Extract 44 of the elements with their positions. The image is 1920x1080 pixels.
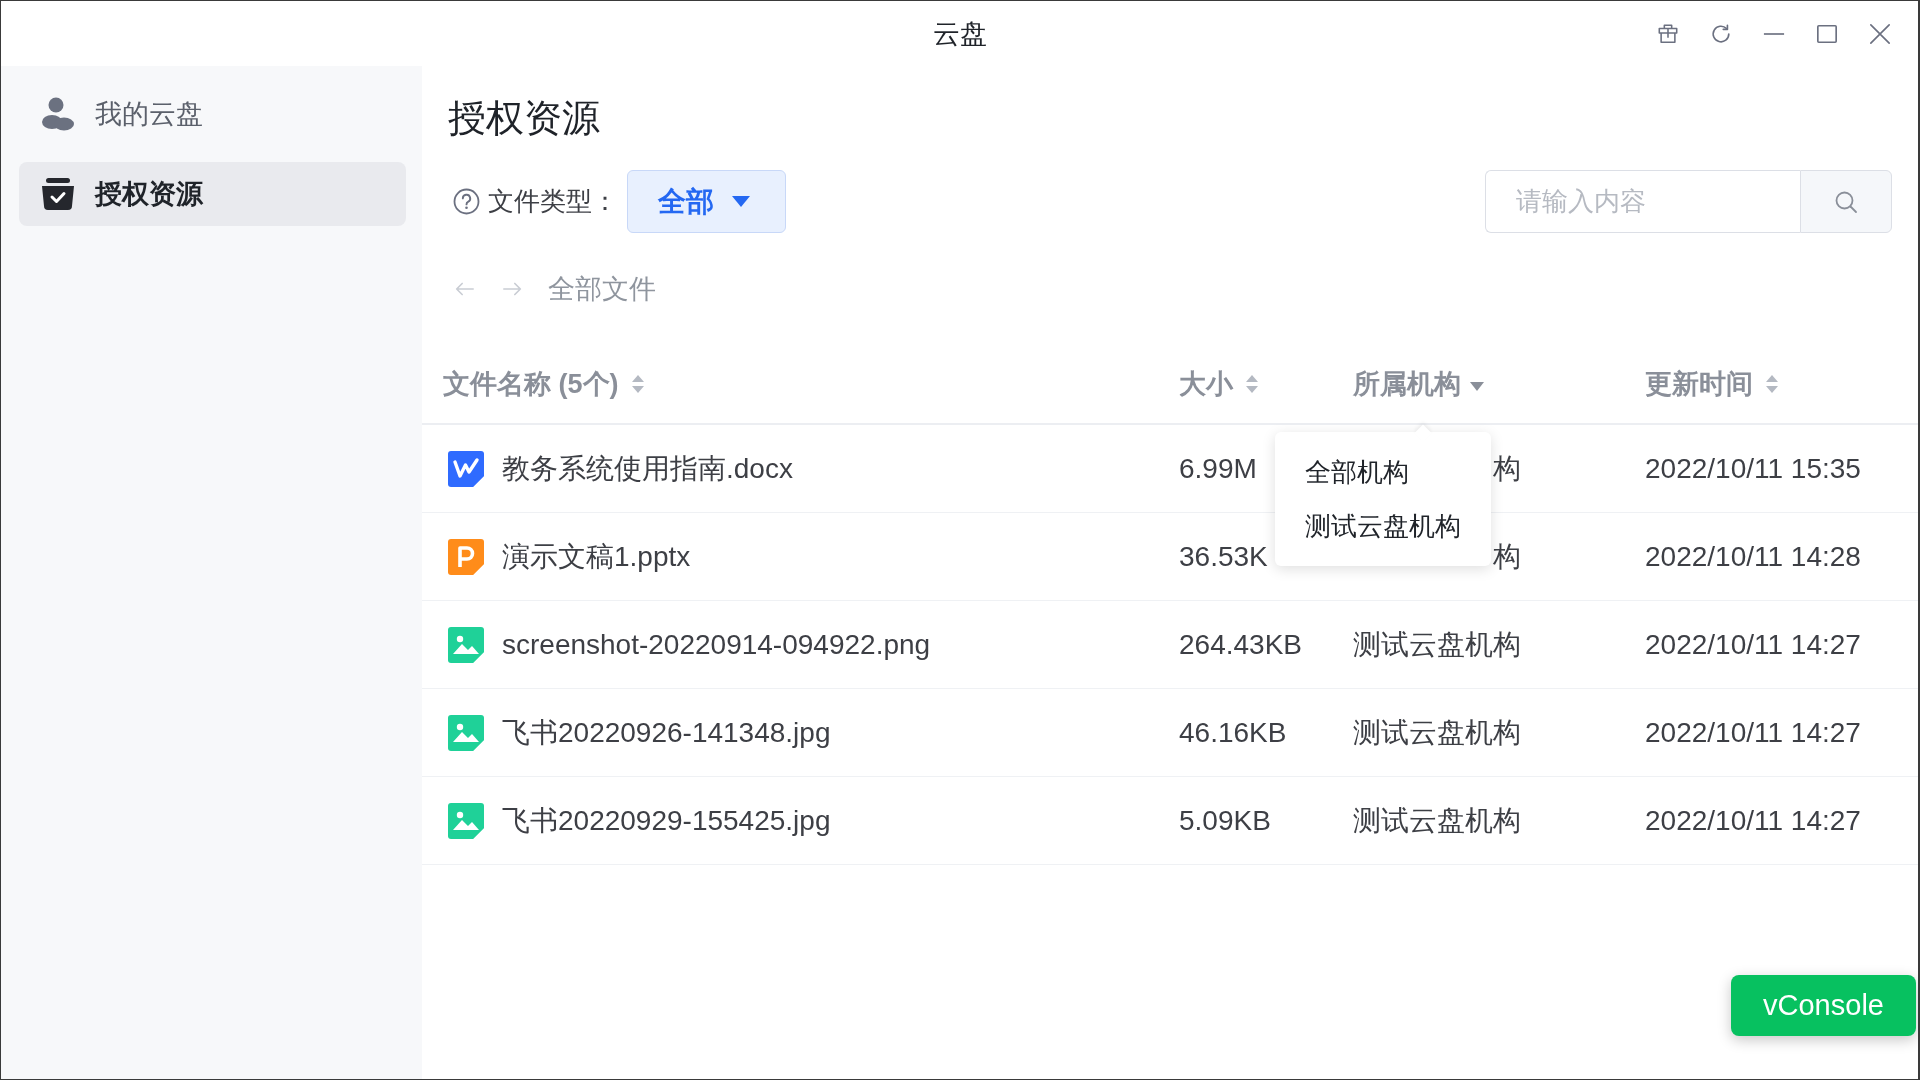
file-size: 36.53K xyxy=(1179,540,1268,572)
updated-time: 2022/10/11 14:27 xyxy=(1645,628,1861,660)
updated-time: 2022/10/11 15:35 xyxy=(1645,452,1861,484)
file-name[interactable]: 教务系统使用指南.docx xyxy=(502,449,793,488)
close-icon[interactable] xyxy=(1869,22,1891,45)
menu-item[interactable]: 全部机构 xyxy=(1275,445,1491,499)
checked-box-icon xyxy=(41,177,75,211)
file-name[interactable]: 演示文稿1.pptx xyxy=(502,537,691,576)
file-type-dropdown[interactable]: 全部 xyxy=(627,170,786,233)
file-size: 6.99M xyxy=(1179,452,1257,484)
caret-down-icon xyxy=(1470,381,1484,391)
help-icon[interactable] xyxy=(453,188,480,215)
caret-down-icon xyxy=(732,196,750,207)
file-name[interactable]: 飞书20220929-155425.jpg xyxy=(502,801,831,840)
updated-time: 2022/10/11 14:28 xyxy=(1645,540,1861,572)
updated-time: 2022/10/11 14:27 xyxy=(1645,804,1861,836)
organization-name: 测试云盘机构 xyxy=(1353,715,1521,750)
filter-label: 文件类型： xyxy=(488,185,618,218)
menu-item[interactable]: 测试云盘机构 xyxy=(1275,499,1491,553)
organization-name: 测试云盘机构 xyxy=(1353,803,1521,838)
sidebar-item[interactable]: 我的云盘 xyxy=(19,82,406,146)
search-icon xyxy=(1834,189,1858,214)
user-icon xyxy=(41,97,75,131)
refresh-icon[interactable] xyxy=(1710,22,1732,45)
file-size: 46.16KB xyxy=(1179,716,1287,748)
maximize-icon[interactable] xyxy=(1816,22,1838,45)
window-title: 云盘 xyxy=(932,17,987,51)
organization-name: 构 xyxy=(1493,539,1521,574)
updated-time: 2022/10/11 14:27 xyxy=(1645,716,1861,748)
image-file-icon xyxy=(448,626,484,663)
search-field[interactable]: 请输入内容 xyxy=(1485,170,1800,233)
file-name[interactable]: screenshot-20220914-094922.png xyxy=(502,628,931,661)
organization-name: 测试云盘机构 xyxy=(1353,627,1521,662)
file-size: 264.43KB xyxy=(1179,628,1302,660)
gift-icon[interactable] xyxy=(1657,22,1679,45)
image-file-icon xyxy=(448,714,484,751)
page-title: 授权资源 xyxy=(448,96,600,141)
image-file-icon xyxy=(448,802,484,839)
file-name[interactable]: 飞书20220926-141348.jpg xyxy=(502,713,831,752)
document-file-icon xyxy=(448,450,484,487)
organization-name: 构 xyxy=(1493,451,1521,486)
slides-file-icon xyxy=(448,538,484,575)
file-size: 5.09KB xyxy=(1179,804,1271,836)
sidebar-item[interactable]: 授权资源 xyxy=(19,162,406,226)
